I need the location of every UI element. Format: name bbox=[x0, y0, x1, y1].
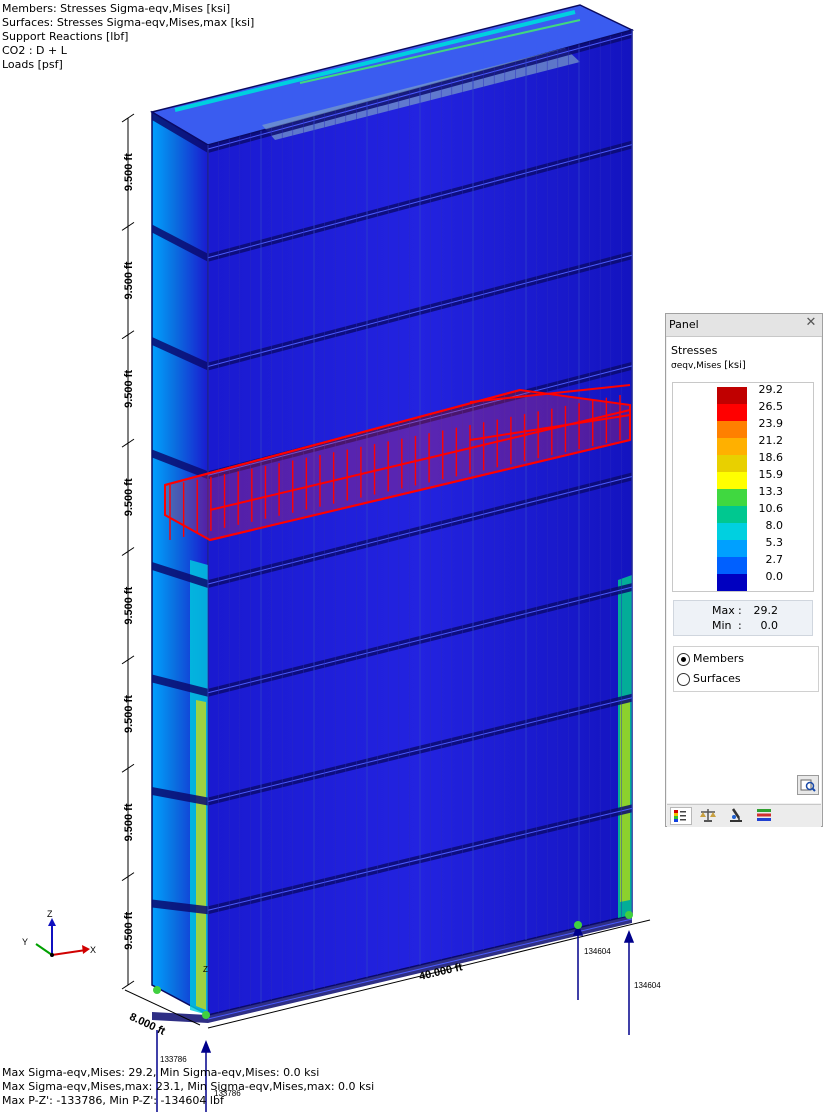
max-value: 29.2 bbox=[753, 604, 779, 617]
min-label: Min bbox=[712, 619, 732, 632]
display-options: Members Surfaces bbox=[673, 646, 819, 692]
story-height-label: 9.500 ft bbox=[123, 803, 135, 841]
reaction-label-right-b: 134604 bbox=[634, 981, 661, 990]
reaction-label-right-a: 134604 bbox=[584, 947, 611, 956]
axes-triad bbox=[35, 918, 90, 957]
legend-swatch bbox=[717, 404, 747, 421]
zoom-button[interactable] bbox=[797, 775, 819, 795]
legend-swatch bbox=[717, 472, 747, 489]
color-scale-icon bbox=[674, 810, 686, 822]
story-height-label: 9.500 ft bbox=[123, 153, 135, 191]
legend-swatch bbox=[717, 387, 747, 404]
reaction-label-left-a: 133786 bbox=[160, 1055, 187, 1064]
legend-value: 29.2 bbox=[758, 383, 784, 396]
legend-unit: [ksi] bbox=[724, 360, 746, 371]
legend-value: 8.0 bbox=[765, 519, 784, 532]
radio-surfaces-label: Surfaces bbox=[693, 672, 741, 685]
footer-line-reactions: Max P-Z': -133786, Min P-Z': -134604 lbf bbox=[2, 1094, 224, 1107]
legend-value: 26.5 bbox=[758, 400, 784, 413]
legend-value: 21.2 bbox=[758, 434, 784, 447]
tab-microscope[interactable] bbox=[726, 807, 748, 825]
legend-heading: Stresses bbox=[671, 344, 718, 357]
min-value: 0.0 bbox=[760, 619, 779, 632]
radio-surfaces-indicator[interactable] bbox=[677, 673, 690, 686]
left-corner-stress-yellow bbox=[196, 700, 206, 1010]
legend-swatch bbox=[717, 421, 747, 438]
axis-label-x: X bbox=[90, 945, 96, 955]
radio-members-label: Members bbox=[693, 652, 744, 665]
footer-line-max-mises-max: Max Sigma-eqv,Mises,max: 23.1, Min Sigma… bbox=[2, 1080, 375, 1093]
color-legend: 29.2 26.5 23.9 21.2 18.6 15.9 13.3 10.6 8.0 5.3 2.… bbox=[672, 382, 814, 592]
axis-label-y: Y bbox=[22, 937, 28, 947]
legend-value: 5.3 bbox=[765, 536, 784, 549]
result-info-footer: Max Sigma-eqv,Mises: 29.2, Min Sigma-eqv… bbox=[2, 1066, 374, 1108]
tab-layers[interactable] bbox=[754, 807, 776, 825]
legend-value: 10.6 bbox=[758, 502, 784, 515]
footer-line-max-mises: Max Sigma-eqv,Mises: 29.2, Min Sigma-eqv… bbox=[2, 1066, 320, 1079]
story-height-label: 9.500 ft bbox=[123, 261, 135, 299]
legend-swatch bbox=[717, 574, 747, 591]
max-label: Max bbox=[712, 604, 735, 617]
story-height-label: 9.500 ft bbox=[123, 478, 135, 516]
legend-value: 2.7 bbox=[765, 553, 784, 566]
axis-label-z: Z bbox=[47, 909, 53, 919]
max-min-box: Max : 29.2 Min : 0.0 bbox=[673, 600, 813, 636]
story-height-label: 9.500 ft bbox=[123, 370, 135, 408]
radio-members[interactable]: Members bbox=[677, 652, 797, 668]
close-icon[interactable]: ✕ bbox=[804, 316, 818, 330]
story-height-label: 9.500 ft bbox=[123, 695, 135, 733]
legend-subtitle: σeqv,Mises [ksi] bbox=[671, 360, 746, 371]
layers-icon bbox=[757, 809, 771, 821]
legend-swatch bbox=[717, 557, 747, 574]
legend-swatch bbox=[717, 540, 747, 557]
radio-members-indicator[interactable] bbox=[677, 653, 690, 666]
story-height-label: 9.500 ft bbox=[123, 912, 135, 950]
legend-quantity: σeqv,Mises bbox=[671, 361, 722, 371]
panel-titlebar[interactable]: Panel ✕ bbox=[666, 314, 822, 337]
tab-balance[interactable] bbox=[698, 807, 720, 825]
legend-value: 15.9 bbox=[758, 468, 784, 481]
balance-icon bbox=[700, 809, 716, 822]
magnifier-icon bbox=[800, 779, 816, 792]
legend-swatch bbox=[717, 438, 747, 455]
tab-color-scale[interactable] bbox=[670, 807, 692, 825]
panel-title: Panel bbox=[669, 318, 699, 331]
results-panel[interactable]: Panel ✕ Stresses σeqv,Mises [ksi] 29.2 26… bbox=[665, 313, 823, 827]
radio-surfaces[interactable]: Surfaces bbox=[677, 672, 797, 688]
panel-body: Stresses σeqv,Mises [ksi] 29.2 26.5 23.9 21… bbox=[667, 337, 821, 803]
legend-value: 0.0 bbox=[765, 570, 784, 583]
axis-label-z-local: Z bbox=[203, 965, 208, 974]
microscope-icon bbox=[730, 808, 742, 822]
legend-swatch bbox=[717, 489, 747, 506]
legend-value: 18.6 bbox=[758, 451, 784, 464]
legend-value: 23.9 bbox=[758, 417, 784, 430]
legend-swatch bbox=[717, 506, 747, 523]
legend-value: 13.3 bbox=[758, 485, 784, 498]
panel-tabs bbox=[667, 804, 821, 827]
legend-swatch bbox=[717, 523, 747, 540]
story-height-label: 9.500 ft bbox=[123, 586, 135, 624]
legend-swatch bbox=[717, 455, 747, 472]
